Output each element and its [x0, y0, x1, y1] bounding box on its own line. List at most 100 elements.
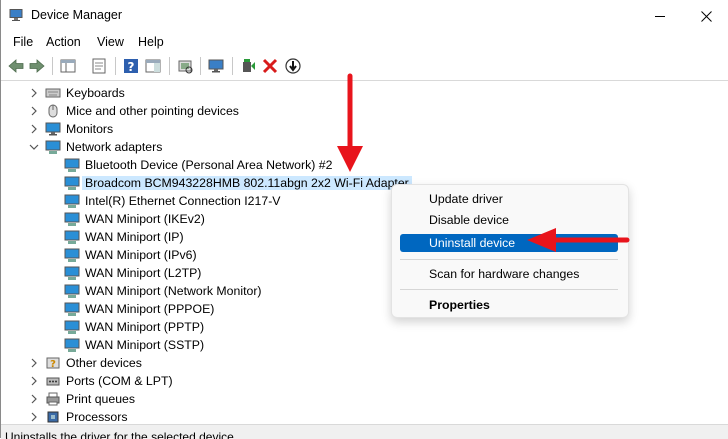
menu-file[interactable]: File	[13, 35, 33, 49]
tree-label: Processors	[66, 410, 128, 424]
device-manager-icon	[9, 9, 23, 21]
unknown-device-icon: ?	[46, 357, 60, 370]
status-bar: Uninstalls the driver for the selected d…	[1, 424, 728, 439]
tree-label: Ports (COM & LPT)	[66, 374, 173, 388]
properties-menu-item[interactable]: Properties	[400, 296, 618, 314]
chevron-right-icon[interactable]	[29, 412, 39, 422]
tree-category-processors[interactable]: Processors	[1, 408, 728, 424]
network-adapter-icon	[64, 248, 80, 262]
close-button[interactable]	[683, 0, 728, 32]
window-title: Device Manager	[31, 8, 123, 22]
menu-item-label: Scan for hardware changes	[429, 267, 580, 281]
disable-device-menu-item[interactable]: Disable device	[400, 211, 618, 229]
tree-category-ports[interactable]: Ports (COM & LPT)	[1, 372, 728, 390]
toolbar-separator	[115, 57, 116, 75]
tree-label: WAN Miniport (IPv6)	[85, 248, 197, 262]
chevron-right-icon[interactable]	[29, 394, 39, 404]
network-adapter-icon	[64, 320, 80, 334]
network-adapter-icon	[64, 284, 80, 298]
network-adapter-icon	[64, 194, 80, 208]
keyboard-icon	[45, 88, 61, 98]
uninstall-icon[interactable]	[261, 57, 279, 75]
network-adapter-icon	[64, 338, 80, 352]
menu-item-label: Properties	[429, 298, 490, 312]
menu-item-label: Disable device	[429, 213, 509, 227]
network-adapter-icon	[64, 302, 80, 316]
chevron-right-icon[interactable]	[29, 88, 39, 98]
chevron-down-icon[interactable]	[29, 142, 39, 152]
tree-label: WAN Miniport (PPPOE)	[85, 302, 215, 316]
menu-action[interactable]: Action	[46, 35, 81, 49]
disable-device-icon[interactable]	[284, 57, 302, 75]
title-bar: Device Manager	[1, 0, 728, 32]
tree-label: WAN Miniport (PPTP)	[85, 320, 205, 334]
chevron-right-icon[interactable]	[29, 106, 39, 116]
update-driver-menu-item[interactable]: Update driver	[400, 190, 618, 208]
menu-view[interactable]: View	[97, 35, 124, 49]
chevron-right-icon[interactable]	[29, 358, 39, 368]
menu-separator	[400, 259, 618, 260]
menu-separator	[400, 289, 618, 290]
menu-item-label: Update driver	[429, 192, 503, 206]
tree-label: Broadcom BCM943228HMB 802.11abgn 2x2 Wi-…	[82, 176, 412, 190]
show-hide-console-tree-icon[interactable]	[59, 57, 77, 75]
network-adapter-icon	[45, 140, 61, 154]
tree-category-keyboards[interactable]: Keyboards	[1, 84, 728, 102]
network-adapter-icon	[64, 212, 80, 226]
network-adapter-icon	[64, 266, 80, 280]
toolbar: ?	[1, 52, 728, 81]
toolbar-separator	[52, 57, 53, 75]
tree-label: Mice and other pointing devices	[66, 104, 239, 118]
chevron-right-icon[interactable]	[29, 124, 39, 134]
minimize-button[interactable]	[637, 0, 683, 32]
svg-text:?: ?	[128, 60, 135, 74]
tree-label: Other devices	[66, 356, 142, 370]
chevron-right-icon[interactable]	[29, 376, 39, 386]
tree-label: Monitors	[66, 122, 114, 136]
help-icon[interactable]: ?	[122, 57, 140, 75]
close-icon	[701, 11, 712, 22]
menu-bar: File Action View Help	[1, 32, 728, 52]
tree-label: Keyboards	[66, 86, 125, 100]
tree-category-print-queues[interactable]: Print queues	[1, 390, 728, 408]
minimize-icon	[655, 16, 665, 17]
network-adapter-icon	[64, 176, 80, 190]
toolbar-separator	[200, 57, 201, 75]
tree-label: WAN Miniport (IKEv2)	[85, 212, 205, 226]
network-adapter-icon	[64, 158, 80, 172]
monitor-icon[interactable]	[207, 57, 225, 75]
scan-hardware-icon[interactable]	[176, 57, 194, 75]
menu-help[interactable]: Help	[138, 35, 164, 49]
tree-category-mice[interactable]: Mice and other pointing devices	[1, 102, 728, 120]
action-pane-icon[interactable]	[144, 57, 162, 75]
monitor-icon	[45, 122, 61, 136]
uninstall-device-menu-item[interactable]: Uninstall device	[400, 234, 618, 252]
tree-label: Print queues	[66, 392, 136, 406]
svg-text:?: ?	[50, 359, 56, 370]
menu-item-label: Uninstall device	[429, 236, 516, 250]
update-driver-icon[interactable]	[239, 57, 257, 75]
tree-label: Intel(R) Ethernet Connection I217-V	[85, 194, 281, 208]
toolbar-separator	[169, 57, 170, 75]
tree-category-monitors[interactable]: Monitors	[1, 120, 728, 138]
context-menu: Update driver Disable device Uninstall d…	[391, 184, 629, 318]
network-adapter-item[interactable]: WAN Miniport (PPTP)	[1, 318, 728, 336]
tree-category-other-devices[interactable]: ? Other devices	[1, 354, 728, 372]
network-adapter-item[interactable]: Bluetooth Device (Personal Area Network)…	[1, 156, 728, 174]
printer-icon	[46, 392, 60, 406]
network-adapter-icon	[64, 230, 80, 244]
tree-label: WAN Miniport (Network Monitor)	[85, 284, 262, 298]
tree-label: WAN Miniport (L2TP)	[85, 266, 202, 280]
network-adapter-item[interactable]: WAN Miniport (SSTP)	[1, 336, 728, 354]
tree-label: WAN Miniport (IP)	[85, 230, 184, 244]
tree-label: Bluetooth Device (Personal Area Network)…	[85, 158, 333, 172]
back-icon[interactable]	[7, 57, 25, 75]
tree-label: Network adapters	[66, 140, 163, 154]
processor-icon	[47, 411, 59, 423]
properties-icon[interactable]	[90, 57, 108, 75]
forward-icon[interactable]	[28, 57, 46, 75]
scan-hardware-menu-item[interactable]: Scan for hardware changes	[400, 265, 618, 283]
toolbar-separator	[232, 57, 233, 75]
port-icon	[46, 377, 60, 386]
tree-category-network-adapters[interactable]: Network adapters	[1, 138, 728, 156]
